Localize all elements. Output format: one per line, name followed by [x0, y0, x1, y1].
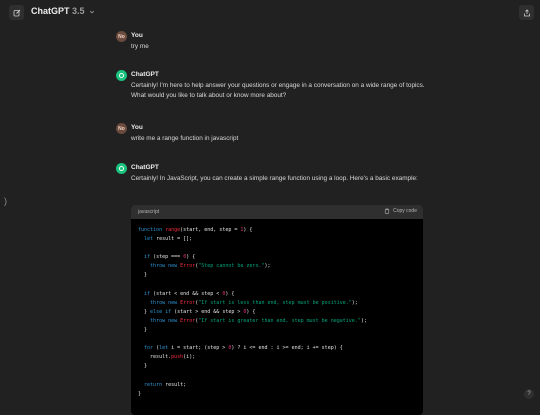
code-block: javascript Copy code function range(star…: [131, 205, 423, 415]
code-line: result.push(i);: [138, 354, 196, 361]
code-line: function range(start, end, step = 1) {: [138, 227, 253, 233]
model-version: 3.5: [72, 6, 85, 16]
code-line: }: [144, 363, 148, 370]
message-text: Certainly! In JavaScript, you can create…: [131, 175, 418, 182]
code-line: for (let i = start; (step > 0) ? i <= en…: [144, 345, 343, 352]
code-line: }: [144, 272, 148, 279]
share-icon: [523, 8, 530, 16]
message-text: Certainly! I'm here to help answer your …: [131, 82, 425, 99]
code-language: javascript: [138, 209, 160, 215]
share-button[interactable]: [519, 5, 534, 20]
avatar: No: [116, 31, 127, 42]
code-content: function range(start, end, step = 1) { l…: [131, 219, 423, 406]
code-line: throw new Error("If start is greater tha…: [150, 317, 367, 324]
message-author: You: [131, 32, 143, 39]
message-author: ChatGPT: [131, 164, 159, 171]
message-author: ChatGPT: [131, 71, 159, 78]
code-line: }: [138, 390, 142, 397]
top-bar: ChatGPT 3.5: [0, 0, 540, 26]
code-line: throw new Error("If start is less than e…: [150, 299, 358, 306]
chatgpt-logo-icon: [116, 70, 127, 81]
message-text: write me a range function in javascript: [131, 135, 239, 142]
message-author: You: [131, 124, 143, 131]
code-line: if (start < end && step < 0) {: [144, 290, 235, 297]
code-line: }: [144, 327, 148, 334]
chevron-down-icon: [89, 10, 95, 14]
new-chat-button[interactable]: [9, 5, 24, 20]
message-text: try me: [131, 43, 149, 50]
code-line: if (step === 0) {: [144, 254, 196, 261]
model-selector[interactable]: ChatGPT 3.5: [31, 6, 95, 16]
model-name: ChatGPT: [31, 6, 70, 16]
copy-code-label: Copy code: [393, 208, 417, 214]
clipboard-icon: [384, 208, 390, 214]
code-line: } else if (start > end && step > 0) {: [138, 308, 256, 315]
avatar: No: [116, 123, 127, 134]
help-button[interactable]: ?: [524, 389, 534, 399]
code-line: let result = [];: [144, 236, 193, 243]
code-header: javascript Copy code: [131, 205, 423, 219]
code-line: return result;: [144, 381, 187, 388]
code-line: throw new Error("Step cannot be zero.");: [150, 263, 271, 270]
sidebar-toggle[interactable]: ): [4, 196, 7, 206]
chatgpt-logo-icon: [116, 163, 127, 174]
copy-code-button[interactable]: Copy code: [384, 208, 417, 214]
edit-icon: [13, 9, 20, 16]
